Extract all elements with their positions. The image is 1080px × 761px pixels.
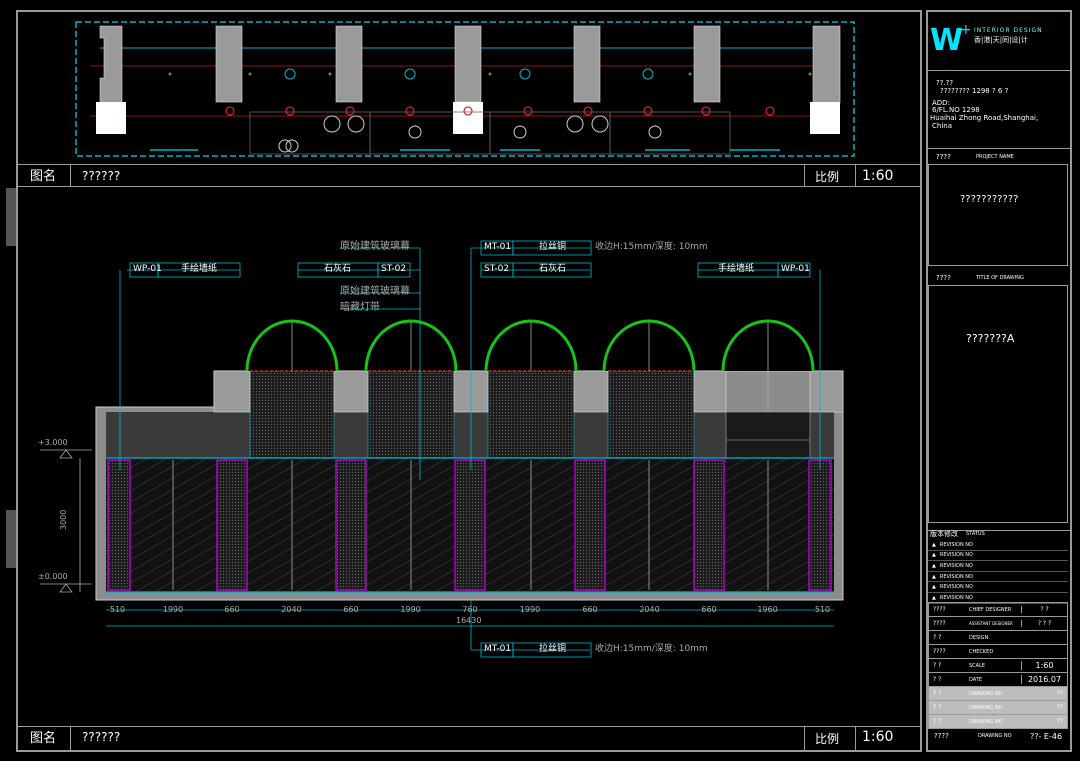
drawing-value: ???????A xyxy=(966,332,1015,345)
staff-row: ? ? SCALE 1:60 xyxy=(928,658,1068,672)
dim-9: 660 xyxy=(582,605,598,614)
staff-row: ? ? DATE 2016.07 xyxy=(928,672,1068,686)
address-line-5: Huaihai Zhong Road,Shanghai, xyxy=(930,114,1039,122)
dim-13: 510 xyxy=(814,605,831,614)
level-bottom: ±0.000 xyxy=(38,572,68,581)
project-label-cn: ???? xyxy=(936,153,951,161)
project-label-en: PROJECT NAME xyxy=(976,154,1014,160)
address-line-6: China xyxy=(932,122,952,130)
address-line-1: ??.?? xyxy=(936,79,954,87)
revision-triangle-icon: ▲ xyxy=(932,584,936,591)
revision-label-cn: 版本修改 xyxy=(930,530,958,538)
callout-glass-2: 原始建筑玻璃幕 xyxy=(340,286,410,297)
callout-wp01-left-name: 手绘墙纸 xyxy=(181,264,218,274)
panel-divider xyxy=(804,726,805,750)
drawing-label-en: TITLE OF DRAWING xyxy=(976,275,1024,281)
callout-st02-right-name: 石灰石 xyxy=(539,264,567,274)
staff-row: ? ? DESIGN xyxy=(928,630,1068,644)
revision-triangle-icon: ▲ xyxy=(932,562,936,569)
drawing-label-cn: ???? xyxy=(936,274,951,282)
staff-row: ???? CHIEF DESIGNER? ? xyxy=(928,602,1068,616)
revision-label-en: STATUS xyxy=(966,531,985,537)
revision-row: ▲ REVISION NO xyxy=(928,551,1068,562)
callout-st02-right-code: ST-02 xyxy=(484,264,510,274)
dimension-row: 510 1990 660 2040 660 1990 760 1990 660 … xyxy=(106,605,834,615)
sheet-label-en: DRAWING NO xyxy=(978,733,1012,739)
staff-row: ? ? DRAWING NO?? xyxy=(928,686,1068,700)
dim-10: 2040 xyxy=(639,605,660,614)
revision-triangle-icon: ▲ xyxy=(932,573,936,580)
drawing-box xyxy=(928,285,1068,523)
svg-text:+: + xyxy=(960,22,970,38)
project-box xyxy=(928,164,1068,266)
tb-divider xyxy=(926,148,1072,149)
revision-row: ▲ REVISION NO xyxy=(928,540,1068,551)
staff-row: ? ? DRAWING NO?? xyxy=(928,714,1068,729)
callout-st02-left-name: 石灰石 xyxy=(324,264,352,274)
dim-5: 660 xyxy=(343,605,359,614)
dim-12: 1960 xyxy=(757,605,778,614)
staff-table: ???? CHIEF DESIGNER? ? ???? ASSISTANT DESI… xyxy=(928,602,1068,729)
callout-mt01-top-name: 拉丝铜 xyxy=(539,242,567,252)
level-height: 3000 xyxy=(59,509,68,530)
dim-8: 1990 xyxy=(519,605,541,614)
bottom-scale-value: 1:60 xyxy=(862,729,894,745)
dim-11: 660 xyxy=(701,605,717,614)
dim-1: 510 xyxy=(109,605,126,614)
callout-st02-left-code: ST-02 xyxy=(381,264,407,274)
revision-row: ▲ REVISION NO xyxy=(928,582,1068,593)
callout-mt01-top-code: MT-01 xyxy=(484,242,512,252)
callout-wp01-right-name: 手绘墙纸 xyxy=(718,264,755,274)
project-value: ??????????? xyxy=(960,194,1019,205)
staff-row: ???? ASSISTANT DESIGNER? ? ? xyxy=(928,616,1068,630)
callout-mt01-bottom-note: 收边H:15mm/深度: 10mm xyxy=(595,644,708,654)
logo-text: INTERIOR DESIGN xyxy=(974,27,1043,34)
dim-total: 16430 xyxy=(456,616,482,625)
sheet-value: ??- E-46 xyxy=(1030,732,1063,741)
address-line-2: ???????? 1298 ? 6 ? xyxy=(940,87,1009,95)
staff-row: ? ? DRAWING NO?? xyxy=(928,700,1068,714)
panel-divider xyxy=(855,726,856,750)
bottom-name-label: 图名 xyxy=(30,731,57,746)
bottom-name-value: ?????? xyxy=(82,730,121,744)
level-top: +3.000 xyxy=(38,438,68,447)
callout-glass-1: 原始建筑玻璃幕 xyxy=(340,241,410,252)
revision-list: ▲ REVISION NO ▲ REVISION NO ▲ REVISION NO ▲… xyxy=(928,540,1068,604)
logo-mark-icon: W + xyxy=(930,22,972,58)
callout-mt01-bottom-code: MT-01 xyxy=(484,644,512,654)
callout-mt01-top-note: 收边H:15mm/深度: 10mm xyxy=(595,242,708,252)
svg-text:W: W xyxy=(930,23,963,54)
dim-3: 660 xyxy=(224,605,240,614)
revision-row: ▲ REVISION NO xyxy=(928,572,1068,583)
callout-wp01-right-code: WP-01 xyxy=(781,264,810,274)
logo: W + INTERIOR DESIGN 香|港|天|同|设|计 xyxy=(930,22,1070,62)
panel-divider xyxy=(70,726,71,750)
panel-divider xyxy=(16,726,922,727)
revision-triangle-icon: ▲ xyxy=(932,541,936,548)
revision-triangle-icon: ▲ xyxy=(932,552,936,559)
sheet-label-cn: ???? xyxy=(934,732,949,740)
dim-2: 1990 xyxy=(162,605,184,614)
logo-cn: 香|港|天|同|设|计 xyxy=(974,36,1028,44)
callout-mt01-bottom-name: 拉丝铜 xyxy=(539,644,567,654)
callout-wp01-left-code: WP-01 xyxy=(133,264,162,274)
callout-led-strip: 暗藏灯带 xyxy=(340,302,380,313)
staff-row: ???? CHECKED xyxy=(928,644,1068,658)
dim-4: 2040 xyxy=(281,605,302,614)
bottom-scale-label: 比例 xyxy=(815,732,840,746)
dim-7: 760 xyxy=(462,605,478,614)
dim-6: 1990 xyxy=(400,605,421,614)
revision-triangle-icon: ▲ xyxy=(932,594,936,601)
revision-row: ▲ REVISION NO xyxy=(928,561,1068,572)
tb-divider xyxy=(926,70,1072,71)
address-line-4: 6/FL.NO 1298 xyxy=(932,106,980,114)
